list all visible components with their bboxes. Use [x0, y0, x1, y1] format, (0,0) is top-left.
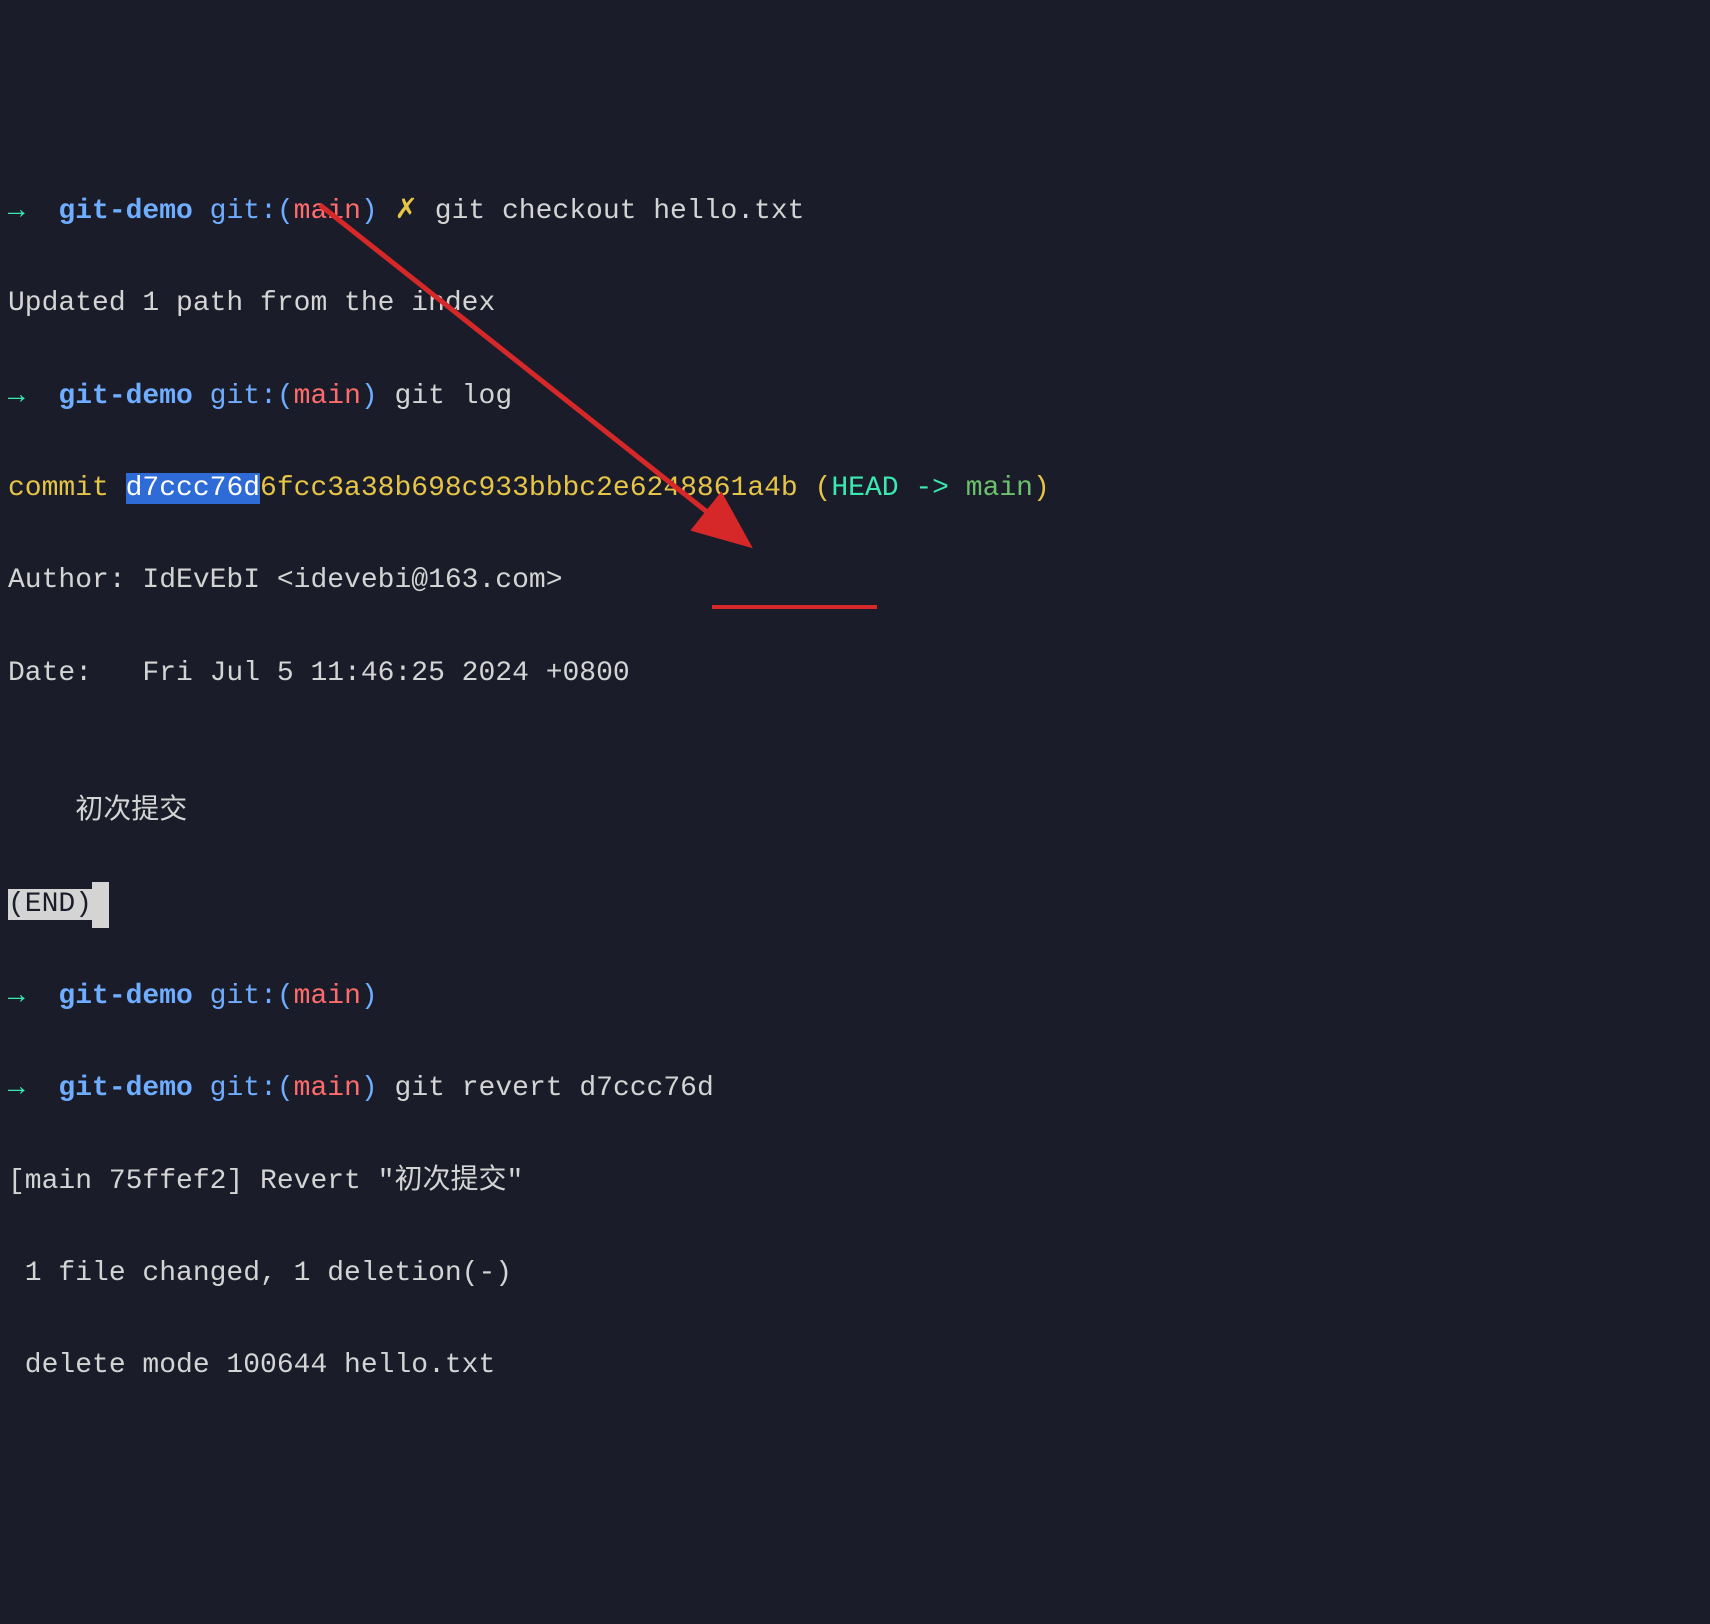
- revert-stats: 1 file changed, 1 deletion(-): [8, 1251, 1702, 1297]
- revert-delete: delete mode 100644 hello.txt: [8, 1343, 1702, 1389]
- prompt-line-4: → git-demo git:(main) git revert d7ccc76…: [8, 1066, 1702, 1112]
- refs-head: HEAD ->: [831, 473, 965, 504]
- prompt-line-1: → git-demo git:(main) ✗ git checkout hel…: [8, 189, 1702, 235]
- commit-hash-rest: 6fcc3a38b698c933bbbc2e6248861a4b: [260, 473, 798, 504]
- prompt-arrow-icon: →: [8, 381, 25, 412]
- commit-hash-selected[interactable]: d7ccc76d: [126, 473, 260, 504]
- prompt-close-paren: ): [361, 1073, 378, 1104]
- prompt-line-2: → git-demo git:(main) git log: [8, 374, 1702, 420]
- prompt-git-label: git:(: [210, 381, 294, 412]
- prompt-dir: git-demo: [58, 196, 192, 227]
- pager-end: (END): [8, 882, 1702, 928]
- output-updated: Updated 1 path from the index: [8, 281, 1702, 327]
- prompt-close-paren: ): [361, 981, 378, 1012]
- command-revert[interactable]: git revert d7ccc76d: [395, 1073, 714, 1104]
- command-checkout[interactable]: git checkout hello.txt: [435, 196, 805, 227]
- prompt-close-paren: ): [361, 381, 378, 412]
- commit-word: commit: [8, 473, 126, 504]
- refs-branch: main: [966, 473, 1033, 504]
- refs-close: ): [1033, 473, 1050, 504]
- prompt-git-label: git:(: [210, 196, 294, 227]
- prompt-line-3: → git-demo git:(main): [8, 974, 1702, 1020]
- prompt-arrow-icon: →: [8, 1073, 25, 1104]
- log-date: Date: Fri Jul 5 11:46:25 2024 +0800: [8, 651, 1702, 697]
- log-author: Author: IdEvEbI <idevebi@163.com>: [8, 558, 1702, 604]
- prompt-close-paren: ): [361, 196, 378, 227]
- annotation-underline: [712, 605, 877, 609]
- prompt-git-label: git:(: [210, 981, 294, 1012]
- prompt-dir: git-demo: [58, 381, 192, 412]
- refs-open: (: [798, 473, 832, 504]
- log-message: 初次提交: [8, 789, 1702, 835]
- prompt-branch: main: [294, 1073, 361, 1104]
- cursor-icon: [92, 882, 109, 928]
- log-commit-line: commit d7ccc76d6fcc3a38b698c933bbbc2e624…: [8, 466, 1702, 512]
- prompt-dirty-icon: ✗: [395, 196, 418, 227]
- prompt-arrow-icon: →: [8, 981, 25, 1012]
- revert-summary: [main 75ffef2] Revert "初次提交": [8, 1159, 1702, 1205]
- prompt-dir: git-demo: [58, 981, 192, 1012]
- prompt-arrow-icon: →: [8, 196, 25, 227]
- command-gitlog[interactable]: git log: [395, 381, 513, 412]
- prompt-branch: main: [294, 981, 361, 1012]
- prompt-branch: main: [294, 196, 361, 227]
- prompt-git-label: git:(: [210, 1073, 294, 1104]
- prompt-dir: git-demo: [58, 1073, 192, 1104]
- pager-end-label: (END): [8, 889, 92, 920]
- prompt-branch: main: [294, 381, 361, 412]
